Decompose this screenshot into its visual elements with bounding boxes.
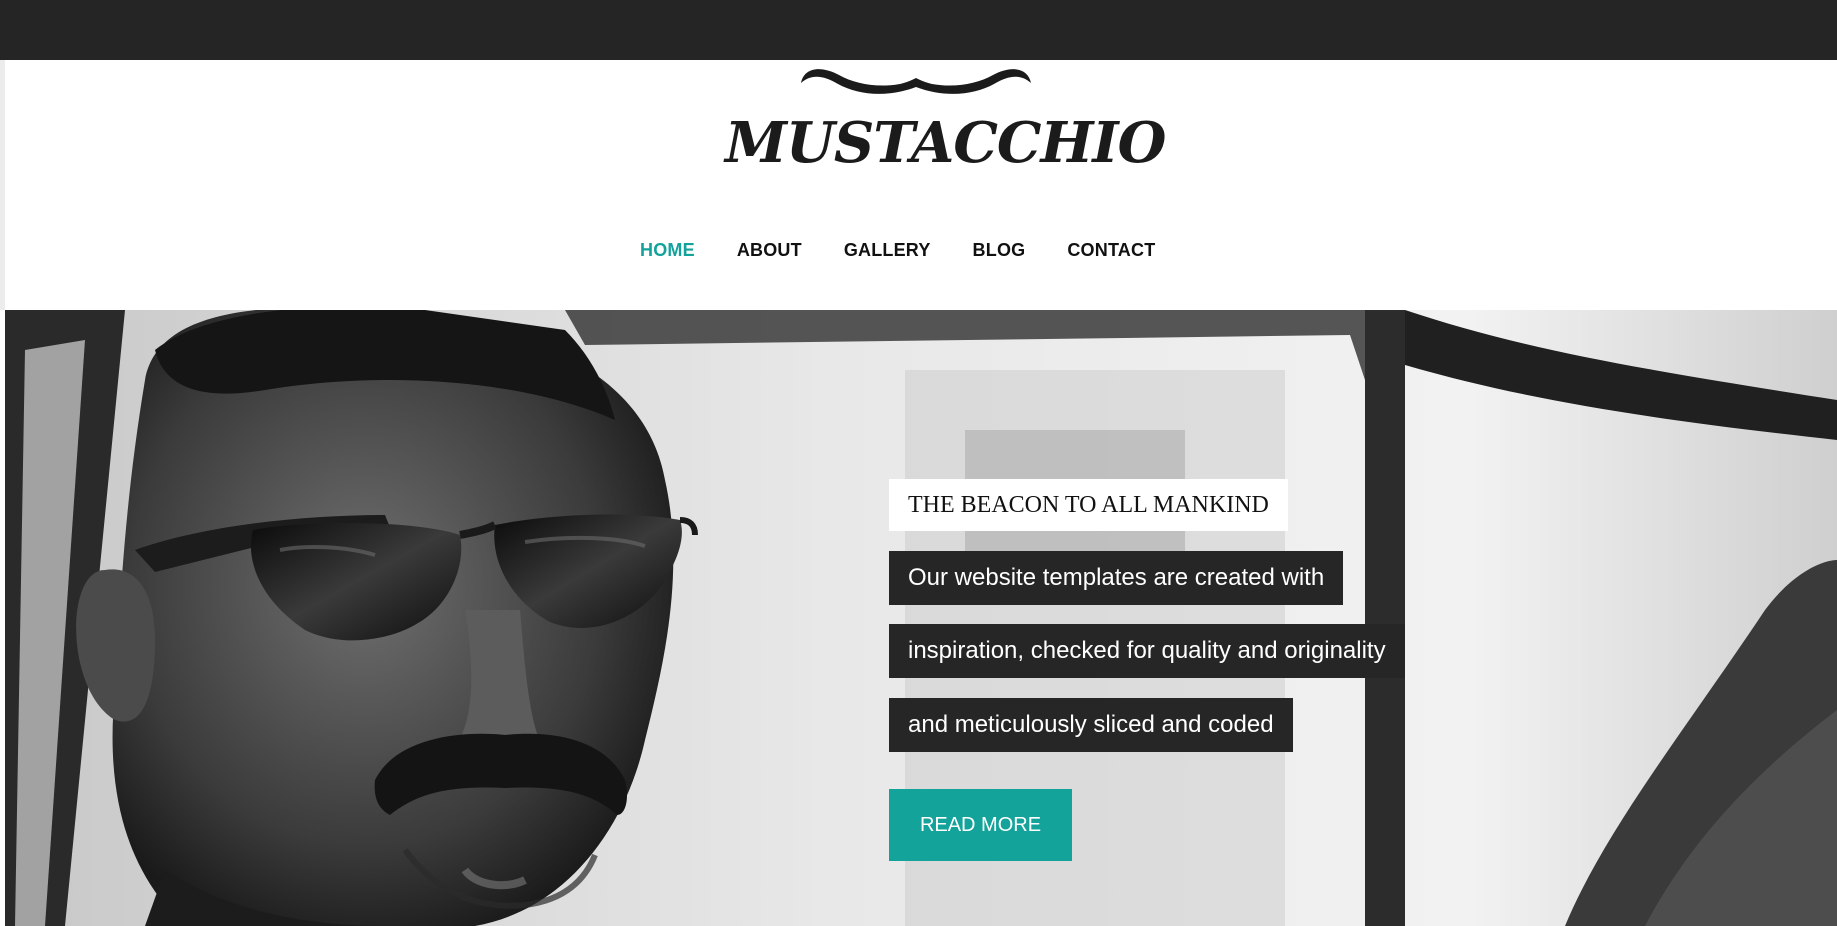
nav-item-gallery[interactable]: GALLERY bbox=[844, 240, 931, 261]
hero-tagline: THE BEACON TO ALL MANKIND bbox=[889, 479, 1288, 531]
site-logo[interactable]: MUSTACCHIO bbox=[725, 66, 1166, 184]
nav-item-about[interactable]: ABOUT bbox=[737, 240, 802, 261]
hero-text-line-3: and meticulously sliced and coded bbox=[889, 698, 1293, 752]
logo-text: MUSTACCHIO bbox=[725, 110, 1166, 176]
top-bar bbox=[0, 0, 1837, 60]
hero-section: THE BEACON TO ALL MANKIND Our website te… bbox=[5, 310, 1837, 926]
nav-item-contact[interactable]: CONTACT bbox=[1067, 240, 1155, 261]
hero-text-line-2: inspiration, checked for quality and ori… bbox=[889, 624, 1405, 678]
page: MUSTACCHIO HOME ABOUT GALLERY BLOG CONTA… bbox=[0, 0, 1837, 926]
main-navigation: HOME ABOUT GALLERY BLOG CONTACT bbox=[0, 235, 1837, 265]
nav-menu: HOME ABOUT GALLERY BLOG CONTACT bbox=[640, 235, 1155, 265]
nav-item-blog[interactable]: BLOG bbox=[973, 240, 1026, 261]
left-edge-divider bbox=[0, 60, 5, 310]
nav-item-home[interactable]: HOME bbox=[640, 240, 695, 261]
read-more-button[interactable]: READ MORE bbox=[889, 789, 1072, 861]
hero-text-line-1: Our website templates are created with bbox=[889, 551, 1344, 605]
